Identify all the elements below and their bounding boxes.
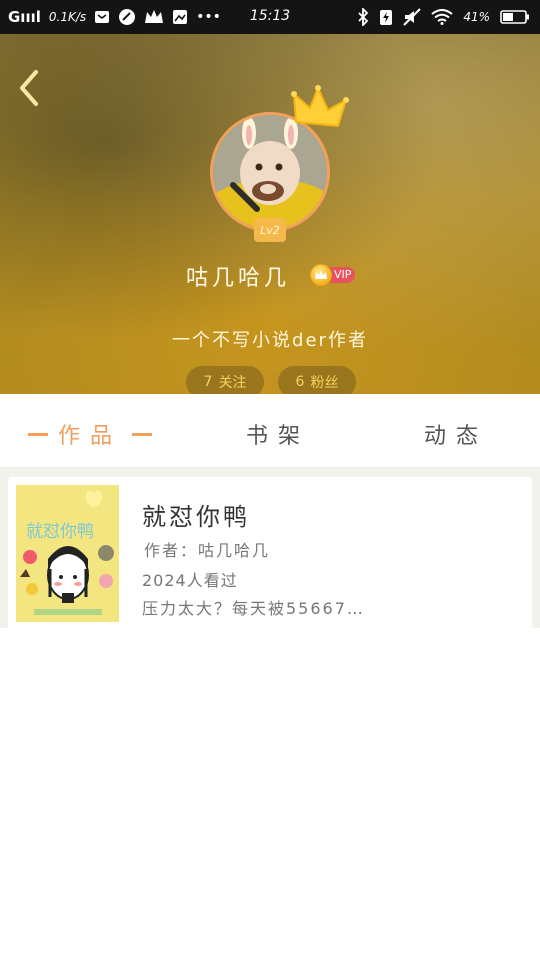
book-card[interactable]: 就怼你鸭 就怼你鸭 作者：咕几哈几 2024人看过 压力太大？每天被55667… — [8, 477, 532, 629]
tab-indicator-right — [132, 432, 153, 436]
level-badge: Lv2 — [254, 218, 286, 242]
fans-button[interactable]: 6 粉丝 — [278, 366, 356, 394]
profile-bio: 一个不写小说der作者 — [172, 330, 368, 351]
battery-percent: 41% — [463, 10, 490, 24]
silent-icon — [403, 8, 422, 26]
fans-count: 6 — [295, 374, 305, 390]
tab-works-label: 作品 — [58, 424, 123, 449]
bluetooth-icon — [357, 8, 369, 26]
profile-tabs: 作品 书架 动态 — [0, 394, 540, 468]
book-title: 就怼你鸭 — [142, 503, 250, 531]
tab-shelf[interactable]: 书架 — [246, 418, 310, 450]
empty-area — [0, 629, 540, 960]
tab-works[interactable]: 作品 — [28, 418, 153, 450]
book-author: 作者：咕几哈几 — [144, 541, 271, 560]
crown-icon — [288, 82, 352, 138]
fans-label: 粉丝 — [310, 375, 339, 391]
book-cover[interactable]: 就怼你鸭 — [16, 485, 119, 622]
charging-icon — [379, 8, 393, 26]
following-button[interactable]: 7 关注 — [186, 366, 264, 394]
book-cover-image: 就怼你鸭 — [16, 485, 119, 622]
following-label: 关注 — [218, 375, 247, 391]
back-button[interactable] — [12, 66, 48, 110]
username: 咕几哈几 — [186, 266, 291, 291]
book-view-count: 2024人看过 — [142, 571, 238, 590]
profile-header: Lv2 咕几哈几 VIP 一个不写小说der作者 7 关注 6 粉丝 — [0, 34, 540, 394]
tab-activity[interactable]: 动态 — [424, 418, 488, 450]
vip-badge[interactable]: VIP — [310, 264, 356, 286]
status-right: 41% — [357, 0, 530, 34]
following-count: 7 — [203, 374, 213, 390]
book-description: 压力太大？每天被55667… — [142, 599, 365, 618]
tab-indicator-left — [28, 432, 48, 436]
chevron-left-icon — [20, 70, 38, 106]
username-row: 咕几哈几 VIP — [0, 260, 540, 291]
cover-title: 就怼你鸭 — [26, 522, 94, 542]
wifi-icon — [431, 9, 453, 25]
status-bar: Gıııl 0.1K/s ••• 15:13 41% — [0, 0, 540, 34]
avatar-wrap: Lv2 — [210, 85, 349, 242]
battery-icon — [500, 9, 530, 25]
vip-crown-icon — [310, 264, 332, 286]
